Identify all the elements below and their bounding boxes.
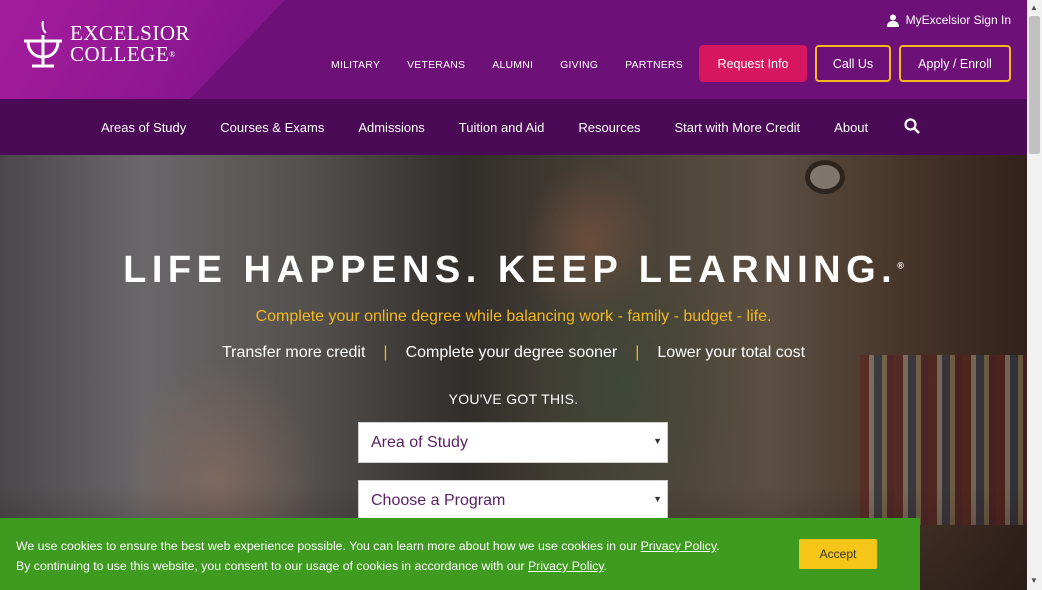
nav-resources[interactable]: Resources xyxy=(578,120,640,135)
hero-registered-mark: ® xyxy=(897,260,904,271)
privacy-policy-link[interactable]: Privacy Policy xyxy=(528,559,604,573)
scroll-up-arrow-icon[interactable]: ▲ xyxy=(1030,3,1038,12)
scroll-down-arrow-icon[interactable]: ▼ xyxy=(1030,576,1038,585)
nav-courses-exams[interactable]: Courses & Exams xyxy=(220,120,324,135)
cookie-text-line-2: By continuing to use this website, you c… xyxy=(16,559,528,573)
util-link-military[interactable]: MILITARY xyxy=(331,59,380,71)
hero-benefits: Transfer more credit | Complete your degre… xyxy=(0,344,1027,362)
nav-admissions[interactable]: Admissions xyxy=(358,120,424,135)
hero-headline-text: LIFE HAPPENS. KEEP LEARNING. xyxy=(123,249,898,291)
youve-got-this-label: YOU'VE GOT THIS. xyxy=(448,391,579,407)
choose-program-select[interactable]: Choose a Program ▼ xyxy=(358,480,668,521)
area-of-study-value: Area of Study xyxy=(371,433,468,451)
cookie-period: . xyxy=(716,539,720,553)
page-scrollbar[interactable]: ▲ ▼ xyxy=(1027,0,1042,590)
hero-headline: LIFE HAPPENS. KEEP LEARNING.® xyxy=(0,249,1027,292)
cookie-message: We use cookies to ensure the best web ex… xyxy=(16,536,720,576)
nav-about[interactable]: About xyxy=(834,120,868,135)
benefit-separator: | xyxy=(635,344,640,361)
benefit-lower-cost: Lower your total cost xyxy=(657,344,806,361)
benefit-complete-sooner: Complete your degree sooner xyxy=(405,344,618,361)
area-of-study-select[interactable]: Area of Study ▼ xyxy=(358,422,668,463)
scrollbar-thumb[interactable] xyxy=(1029,16,1040,154)
cookie-period: . xyxy=(603,559,608,573)
benefit-separator: | xyxy=(383,344,388,361)
search-icon[interactable] xyxy=(904,118,920,134)
privacy-policy-link[interactable]: Privacy Policy xyxy=(641,539,717,553)
apply-enroll-button[interactable]: Apply / Enroll xyxy=(899,45,1011,82)
util-link-giving[interactable]: GIVING xyxy=(560,59,598,71)
logo-wordmark: Excelsior College® xyxy=(70,23,190,65)
top-header: Excelsior College® MyExcelsior Sign In M… xyxy=(0,0,1027,99)
cookie-banner: We use cookies to ensure the best web ex… xyxy=(0,518,920,590)
main-nav: Areas of Study Courses & Exams Admission… xyxy=(0,99,1027,155)
nav-areas-of-study[interactable]: Areas of Study xyxy=(101,120,186,135)
hero-subline: Complete your online degree while balanc… xyxy=(255,308,772,325)
signin-label: MyExcelsior Sign In xyxy=(905,13,1011,27)
nav-tuition-aid[interactable]: Tuition and Aid xyxy=(459,120,545,135)
util-link-veterans[interactable]: VETERANS xyxy=(407,59,465,71)
dropdown-caret-icon: ▼ xyxy=(653,494,662,504)
college-logo[interactable]: Excelsior College® xyxy=(20,19,190,69)
util-link-partners[interactable]: PARTNERS xyxy=(625,59,683,71)
user-icon xyxy=(886,14,899,27)
logo-line-2: College xyxy=(70,42,170,66)
benefit-transfer-credit: Transfer more credit xyxy=(221,344,366,361)
utility-nav: MILITARY VETERANS ALUMNI GIVING PARTNERS xyxy=(331,59,710,71)
logo-registered-mark: ® xyxy=(169,50,176,59)
globe-lamp-icon xyxy=(24,20,62,68)
request-info-button[interactable]: Request Info xyxy=(699,45,807,82)
cookie-text-line-1: We use cookies to ensure the best web ex… xyxy=(16,539,641,553)
util-link-alumni[interactable]: ALUMNI xyxy=(492,59,533,71)
nav-start-more-credit[interactable]: Start with More Credit xyxy=(674,120,800,135)
myexcelsior-signin-link[interactable]: MyExcelsior Sign In xyxy=(886,13,1011,27)
call-us-button[interactable]: Call Us xyxy=(815,45,891,82)
accept-cookies-button[interactable]: Accept xyxy=(799,539,877,569)
choose-program-value: Choose a Program xyxy=(371,491,506,509)
dropdown-caret-icon: ▼ xyxy=(653,436,662,446)
